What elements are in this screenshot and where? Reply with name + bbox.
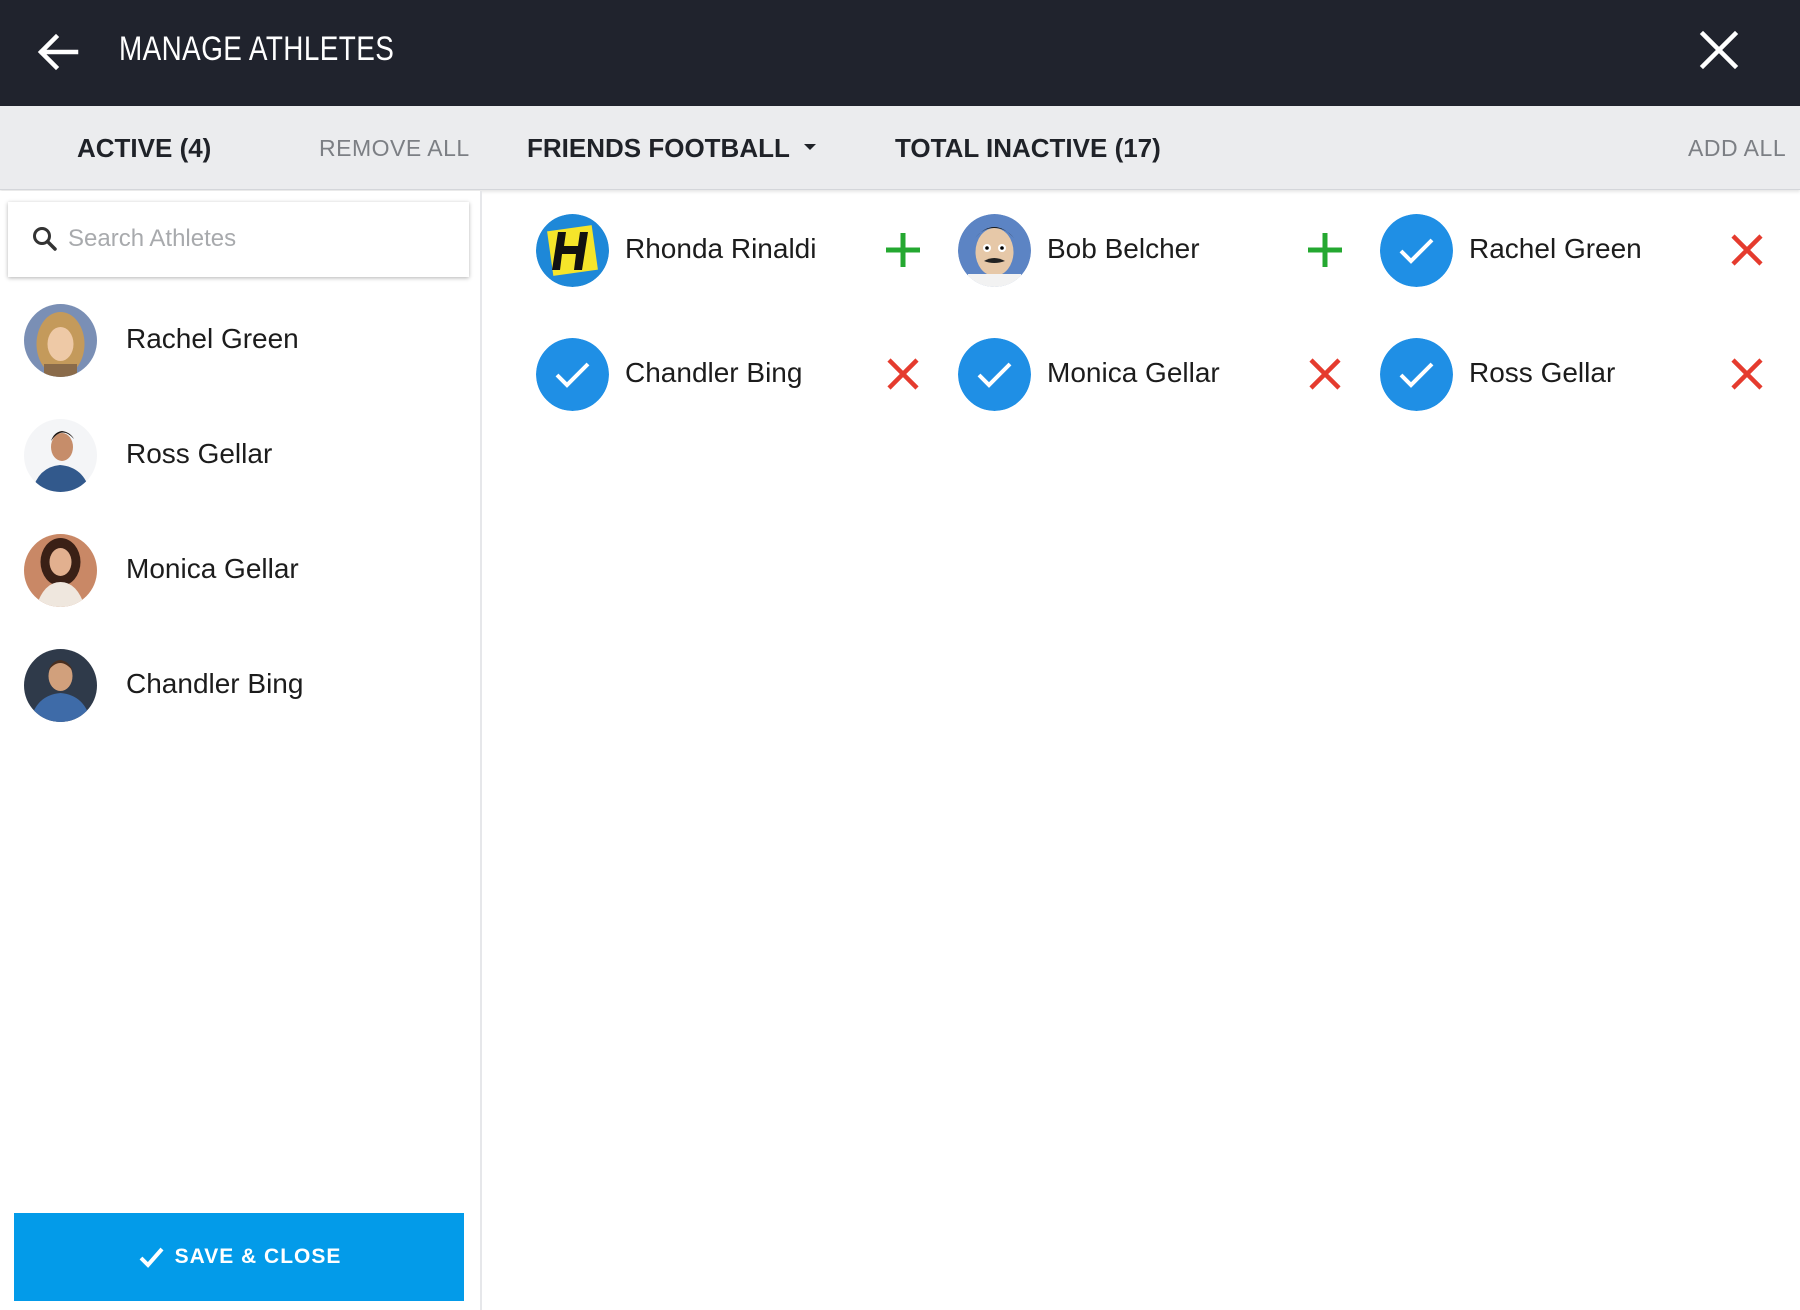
athlete-name: Chandler Bing bbox=[126, 668, 304, 699]
active-athlete-item[interactable]: Rachel Green bbox=[0, 304, 480, 419]
athlete-name: Ross Gellar bbox=[126, 438, 273, 469]
athletes-subheader: ACTIVE (4) REMOVE ALL FRIENDS FOOTBALL T… bbox=[0, 106, 1800, 190]
active-athletes-panel: Rachel Green Ross Gellar bbox=[0, 191, 482, 1310]
selected-checkmark-icon[interactable] bbox=[1380, 338, 1453, 411]
search-input[interactable] bbox=[68, 218, 448, 260]
page-title: MANAGE ATHLETES bbox=[119, 30, 395, 68]
remove-icon[interactable] bbox=[1726, 353, 1768, 395]
athlete-name: Rachel Green bbox=[126, 323, 299, 354]
selected-checkmark-icon[interactable] bbox=[958, 338, 1031, 411]
inactive-count-label: TOTAL INACTIVE (17) bbox=[895, 133, 1161, 163]
avatar bbox=[24, 419, 97, 492]
athlete-name: Monica Gellar bbox=[1047, 357, 1220, 388]
checkmark-icon bbox=[139, 1247, 164, 1268]
team-dropdown[interactable]: FRIENDS FOOTBALL bbox=[527, 133, 816, 164]
arrow-left-icon[interactable] bbox=[32, 26, 84, 78]
active-athlete-item[interactable]: Monica Gellar bbox=[0, 534, 480, 649]
active-athlete-item[interactable]: Ross Gellar bbox=[0, 419, 480, 534]
athlete-name: Monica Gellar bbox=[126, 553, 299, 584]
roster-card: Rachel Green bbox=[1328, 201, 1763, 291]
roster-card: Chandler Bing bbox=[484, 325, 919, 415]
athlete-name: Ross Gellar bbox=[1469, 357, 1616, 388]
athlete-name: Rhonda Rinaldi bbox=[625, 233, 817, 264]
active-count-label: ACTIVE (4) bbox=[77, 133, 212, 163]
add-all-button[interactable]: ADD ALL bbox=[1688, 135, 1786, 162]
caret-down-icon bbox=[803, 144, 816, 151]
top-header-bar: MANAGE ATHLETES bbox=[0, 0, 1800, 106]
close-icon[interactable] bbox=[1697, 28, 1741, 72]
selected-checkmark-icon[interactable] bbox=[536, 338, 609, 411]
roster-card: Rhonda Rinaldi bbox=[484, 201, 920, 291]
remove-icon[interactable] bbox=[1726, 229, 1768, 271]
save-button-label: SAVE & CLOSE bbox=[174, 1245, 342, 1268]
selected-checkmark-icon[interactable] bbox=[1380, 214, 1453, 287]
roster-card: Ross Gellar bbox=[1328, 325, 1763, 415]
roster-card: Monica Gellar bbox=[906, 325, 1341, 415]
avatar bbox=[958, 214, 1031, 287]
avatar bbox=[24, 304, 97, 377]
athlete-name: Rachel Green bbox=[1469, 233, 1642, 264]
save-and-close-button[interactable]: SAVE & CLOSE bbox=[14, 1213, 464, 1301]
avatar bbox=[536, 214, 609, 287]
team-dropdown-label: FRIENDS FOOTBALL bbox=[527, 133, 790, 163]
active-athlete-item[interactable]: Chandler Bing bbox=[0, 649, 480, 764]
active-athlete-list: Rachel Green Ross Gellar Monica Gellar C… bbox=[0, 304, 480, 764]
avatar bbox=[24, 534, 97, 607]
remove-all-button[interactable]: REMOVE ALL bbox=[319, 135, 470, 162]
search-icon bbox=[33, 227, 57, 251]
athlete-name: Bob Belcher bbox=[1047, 233, 1200, 264]
athlete-name: Chandler Bing bbox=[625, 357, 803, 388]
search-bar bbox=[8, 202, 469, 277]
roster-card: Bob Belcher bbox=[906, 201, 1342, 291]
avatar bbox=[24, 649, 97, 722]
